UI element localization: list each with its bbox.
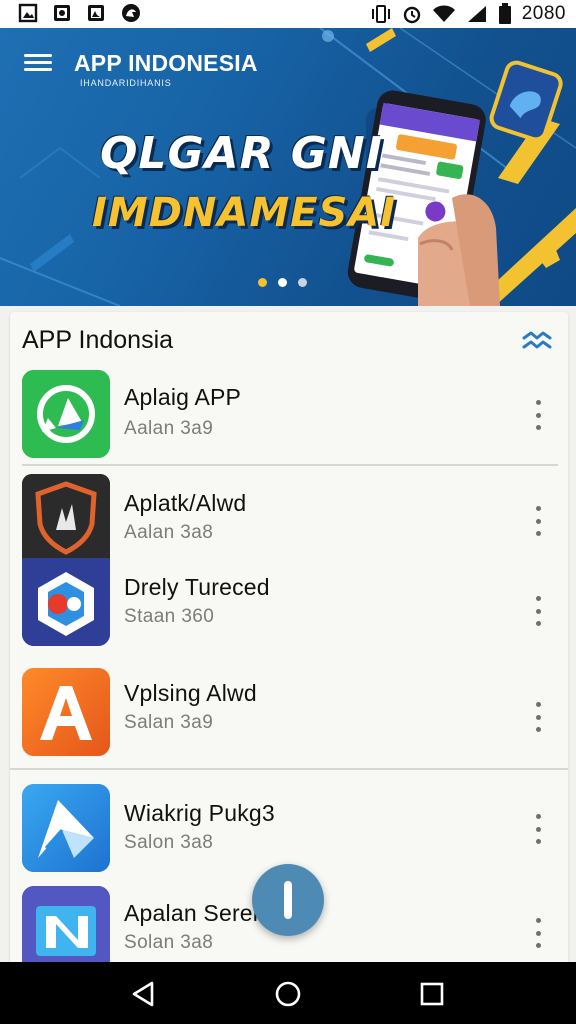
- menu-icon: [24, 54, 52, 57]
- banner-headline-1: QLGAR GNI: [100, 128, 384, 179]
- shield-emblem-icon: [22, 474, 110, 562]
- back-icon[interactable]: [128, 978, 160, 1010]
- app-subtitle-text: Salon 3a8: [124, 832, 214, 853]
- gallery-icon: [88, 5, 104, 21]
- section-title: APP Indonsia: [22, 326, 174, 354]
- app-name: Aplatk/Alwd: [124, 490, 247, 516]
- vibrate-icon: [371, 5, 390, 23]
- app-name: Wiakrig Pukg3: [124, 800, 275, 826]
- more-options-button[interactable]: [532, 918, 544, 948]
- app-subtitle-text: Staan 360: [124, 606, 215, 627]
- hexagon-puzzle-icon: [22, 558, 110, 646]
- app-subtitle-text: Aalan 3a9: [124, 418, 214, 439]
- list-item[interactable]: Aplaig APP Aalan 3a9: [10, 364, 568, 460]
- home-icon[interactable]: [272, 978, 304, 1010]
- app-name: Vplsing Alwd: [124, 680, 257, 706]
- navigation-bar: [0, 962, 576, 1024]
- list-item[interactable]: Drely Tureced Staan 360: [10, 556, 568, 652]
- app-title: APP INDONESIA: [74, 50, 258, 76]
- image-icon: [18, 3, 38, 23]
- app-subtitle-text: Aalan 3a8: [124, 522, 214, 543]
- carousel-dot-active[interactable]: [278, 278, 287, 287]
- more-options-button[interactable]: [532, 702, 544, 732]
- list-item[interactable]: Aplatk/Alwd Aalan 3a8: [10, 470, 568, 566]
- wifi-icon: [432, 5, 455, 22]
- app-name: Aplaig APP: [124, 384, 242, 410]
- more-options-button[interactable]: [532, 814, 544, 844]
- app-name: Apalan Serel: [124, 900, 259, 926]
- paper-plane-icon: [22, 784, 110, 872]
- menu-button[interactable]: [22, 50, 54, 78]
- app-subtitle: IHANDARIDIHANIS: [80, 78, 172, 88]
- more-options-button[interactable]: [532, 506, 544, 536]
- more-options-button[interactable]: [532, 400, 544, 430]
- app-screen: 2080 APP INDONESIA IHANDARIDIHANIS QLGAR…: [0, 0, 576, 1024]
- photo-icon: [54, 5, 70, 21]
- collapse-icon[interactable]: [522, 330, 552, 352]
- more-options-button[interactable]: [532, 596, 544, 626]
- app-notification-icon: [122, 4, 140, 22]
- battery-icon: [498, 3, 511, 24]
- divider: [10, 768, 568, 770]
- chat-arrow-icon: [22, 370, 110, 458]
- list-item[interactable]: Vplsing Alwd Salan 3a9: [10, 664, 568, 760]
- signal-icon: [467, 6, 486, 22]
- app-subtitle-text: Solan 3a8: [124, 932, 214, 953]
- carousel-dot[interactable]: [258, 278, 267, 287]
- carousel-dots: [258, 278, 307, 287]
- app-name: Drely Tureced: [124, 574, 270, 600]
- puzzle-n-icon: [22, 886, 110, 966]
- status-bar: 2080: [0, 0, 576, 28]
- alarm-icon: [403, 6, 420, 24]
- divider: [22, 464, 558, 466]
- app-subtitle-text: Salan 3a9: [124, 712, 214, 733]
- list-item[interactable]: Wiakrig Pukg3 Salon 3a8: [10, 780, 568, 876]
- recents-icon[interactable]: [416, 978, 448, 1010]
- hero-banner[interactable]: APP INDONESIA IHANDARIDIHANIS QLGAR GNI …: [0, 28, 576, 306]
- banner-headline-2: IMDNAMESAI: [92, 190, 397, 236]
- carousel-dot[interactable]: [298, 278, 307, 287]
- status-time: 2080: [521, 3, 566, 24]
- floating-action-button[interactable]: [252, 864, 324, 936]
- letter-a-icon: [22, 668, 110, 756]
- info-icon: [284, 881, 292, 919]
